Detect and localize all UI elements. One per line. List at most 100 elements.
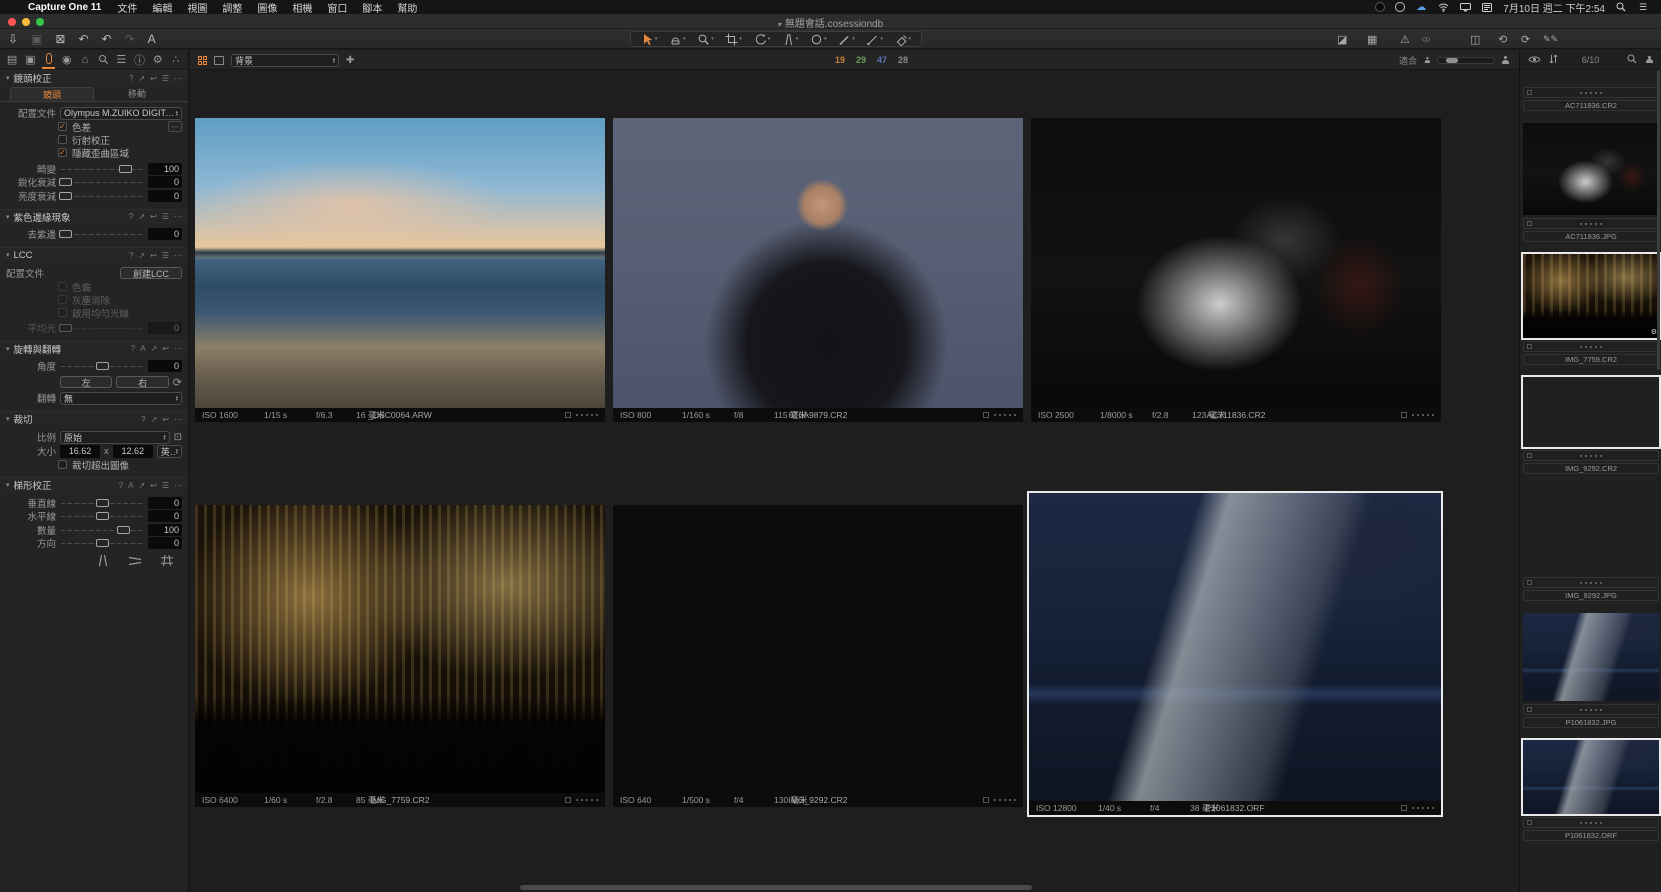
menu-bar-clock[interactable]: 7月10日 週二 下午2:54 — [1503, 0, 1605, 15]
keystone-tool[interactable]: ▾ — [782, 33, 799, 46]
keystone-vertical-tool-icon[interactable] — [96, 554, 110, 567]
lcc-header[interactable]: ▾ LCC ?↗↩☰⋯ — [0, 247, 188, 262]
angle-slider[interactable] — [61, 362, 143, 370]
filmstrip-search-icon[interactable] — [1627, 51, 1637, 69]
rotate-left-button[interactable]: 左 — [60, 376, 112, 388]
user-filter-icon[interactable] — [1645, 56, 1653, 64]
metadata-tab-info-icon[interactable]: ⓘ — [133, 51, 145, 69]
defringe-value[interactable]: 0 — [148, 228, 182, 240]
crop-unit-select[interactable]: 英吋 ▴▾ — [157, 445, 182, 458]
rating-dots[interactable] — [1412, 414, 1434, 416]
spotlight-search-icon[interactable] — [1615, 1, 1627, 13]
menu-image[interactable]: 圖像 — [257, 0, 277, 15]
detach-icon[interactable]: ↗ — [138, 481, 145, 490]
help-icon[interactable]: ? — [141, 415, 145, 424]
reset-icon[interactable]: ↩ — [150, 74, 157, 83]
chromatic-options-button[interactable]: ⋯ — [168, 121, 182, 132]
pan-tool[interactable]: ▾ — [669, 33, 686, 46]
fit-label[interactable]: 適合 — [1399, 54, 1417, 67]
collection-select[interactable]: 背景 ▴▾ — [231, 54, 339, 67]
filmstrip-item[interactable]: AC711836.CR2 — [1523, 87, 1659, 111]
photo-portrait-woman[interactable] — [613, 118, 1023, 408]
redo-icon[interactable]: ↷ — [125, 32, 135, 46]
grid-cell-img7759[interactable]: ISO 6400 1/60 s f/2.8 85 毫米 IMG_7759.CR2 — [195, 505, 605, 807]
help-icon[interactable]: ? — [129, 212, 133, 221]
pointer-tool[interactable]: ▾ — [641, 33, 658, 46]
flip-select[interactable]: 無 ▴▾ — [60, 392, 182, 405]
rotate-right-button[interactable]: 右 — [116, 376, 168, 388]
crop-tool[interactable]: ▾ — [725, 33, 742, 46]
gradient-mask-tool[interactable]: ▾ — [895, 33, 912, 46]
more-icon[interactable]: ⋯ — [174, 415, 182, 424]
filmstrip-item-selected[interactable]: P1061832.ORF — [1523, 740, 1659, 841]
crop-height-field[interactable]: 12.62 — [113, 445, 153, 458]
thumb-temple-night[interactable] — [1523, 613, 1659, 701]
rating-dots[interactable] — [1524, 346, 1658, 348]
color-tab-wheel-icon[interactable]: ◉ — [61, 51, 73, 69]
help-icon[interactable]: ? — [129, 74, 133, 83]
status-badge-icon[interactable] — [1375, 2, 1385, 12]
light-falloff-slider[interactable] — [61, 192, 143, 200]
grid-cell-0t0a9879[interactable]: ISO 800 1/160 s f/8 115 毫米 0T0A9879.CR2 — [613, 118, 1023, 422]
menu-edit[interactable]: 編輯 — [152, 0, 172, 15]
pick-checkbox[interactable] — [983, 797, 989, 803]
distortion-slider[interactable] — [61, 165, 143, 173]
rotation-flip-header[interactable]: ▾ 旋轉與翻轉 ?A↗↩⋯ — [0, 341, 188, 356]
photo-city-night[interactable] — [195, 505, 605, 793]
create-lcc-button[interactable]: 創建LCC — [120, 267, 182, 279]
rating-dots[interactable] — [1524, 455, 1658, 457]
exposure-warning-icon[interactable]: ⚠ — [1400, 29, 1410, 49]
add-collection-icon[interactable]: ✚ — [346, 55, 354, 66]
keystone-horizontal-slider[interactable] — [61, 512, 143, 520]
uniform-light-value[interactable]: 0 — [148, 322, 182, 334]
menu-help[interactable]: 幫助 — [397, 0, 417, 15]
grid-cell-ac711836[interactable]: ISO 2500 1/8000 s f/2.8 123 毫米 AC711836.… — [1031, 118, 1441, 422]
dust-removal-checkbox[interactable] — [58, 295, 67, 304]
keystone-direction-value[interactable]: 0 — [148, 537, 182, 549]
pick-checkbox[interactable] — [1401, 412, 1407, 418]
rating-dots[interactable] — [994, 414, 1016, 416]
spot-removal-tool[interactable]: ▾ — [810, 33, 827, 46]
output-tab-gear-icon[interactable]: ⚙ — [152, 51, 164, 69]
grid-overlay-icon[interactable]: ▦ — [1367, 29, 1377, 49]
filmstrip-item[interactable]: IMG_9292.JPG — [1523, 486, 1659, 601]
rating-dots[interactable] — [1524, 92, 1658, 94]
photo-temple-night[interactable] — [1029, 493, 1441, 801]
erase-mask-tool[interactable]: ▾ — [866, 33, 883, 46]
keystone-horizontal-tool-icon[interactable] — [128, 554, 142, 567]
rating-dots[interactable] — [1524, 582, 1658, 584]
grid-cell-img9292[interactable]: ISO 640 1/500 s f/4 130 毫米 IMG_9292.CR2 — [613, 505, 1023, 807]
grid-cell-dsc0064[interactable]: ISO 1600 1/15 s f/6.3 16 毫米 _DSC0064.ARW — [195, 118, 605, 422]
hide-distorted-areas-checkbox[interactable]: ✓ — [58, 148, 67, 157]
thumb-dancer-sunset[interactable] — [1523, 377, 1659, 447]
details-tab-magnifier-icon[interactable] — [97, 51, 109, 69]
wifi-icon[interactable] — [1437, 1, 1449, 13]
sharpness-falloff-slider[interactable] — [61, 178, 143, 186]
photo-beach-sunset[interactable] — [195, 118, 605, 408]
rating-dots[interactable] — [1524, 709, 1658, 711]
thumb-city-night[interactable]: ⚙ — [1523, 254, 1659, 338]
crop-width-field[interactable]: 16.62 — [60, 445, 100, 458]
delete-folder-icon[interactable]: ⊠ — [55, 32, 65, 46]
keystone-full-tool-icon[interactable] — [160, 554, 174, 567]
batch-tab-icon[interactable]: ∴ — [170, 51, 182, 69]
menu-scripts[interactable]: 腳本 — [362, 0, 382, 15]
keystone-header[interactable]: ▾ 梯形校正 ?A↗↩☰⋯ — [0, 477, 188, 492]
thumb-temple-night[interactable] — [1523, 740, 1659, 814]
detach-icon[interactable]: ↗ — [138, 74, 145, 83]
crop-outside-checkbox[interactable] — [58, 460, 67, 469]
rating-dots[interactable] — [994, 799, 1016, 801]
uniform-light-checkbox[interactable] — [58, 308, 67, 317]
straighten-tool-icon[interactable]: ⟳ — [173, 376, 182, 389]
reset-icon[interactable]: ↩ — [150, 251, 157, 260]
rotate-tool[interactable]: ▾ — [754, 33, 771, 46]
keystone-amount-value[interactable]: 100 — [148, 524, 182, 536]
rating-dots[interactable] — [1524, 223, 1658, 225]
undo-icon[interactable]: ↶ — [78, 32, 88, 46]
color-cast-checkbox[interactable] — [58, 282, 67, 291]
reset-icon[interactable]: ↩ — [162, 415, 169, 424]
help-icon[interactable]: ? — [119, 481, 123, 490]
reset-icon[interactable]: ↩ — [150, 481, 157, 490]
browser-panel-toggle-icon[interactable]: ◫ — [1470, 29, 1480, 49]
count-gray[interactable]: 28 — [898, 55, 908, 65]
